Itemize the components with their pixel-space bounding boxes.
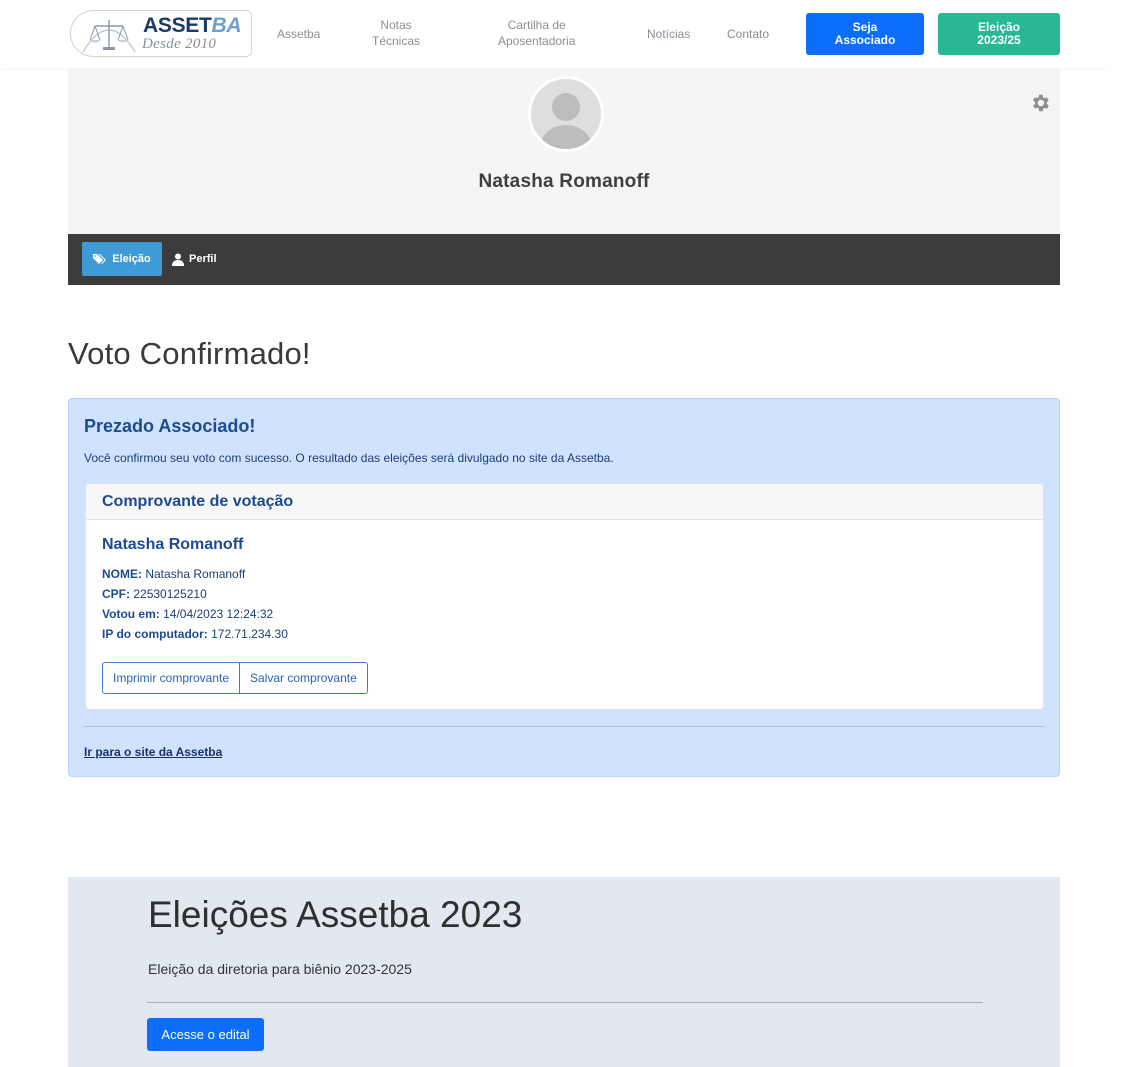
edital-button[interactable]: Acesse o edital (147, 1018, 264, 1051)
receipt-voter-name: Natasha Romanoff (102, 536, 244, 553)
user-avatar-icon (540, 93, 592, 149)
nav-link-notas-tecnicas[interactable]: Notas Técnicas (372, 17, 420, 49)
jumbotron-subtitle: Eleição da diretoria para biênio 2023-20… (148, 961, 412, 977)
receipt-field-cpf: CPF: 22530125210 (102, 587, 207, 601)
brand-name: ASSETBA (143, 14, 242, 37)
receipt-field-ip: IP do computador: 172.71.234.30 (102, 627, 288, 641)
receipt-field-nome: NOME: Natasha Romanoff (102, 567, 245, 581)
tab-perfil-label: Perfil (189, 253, 217, 265)
scales-of-justice-icon (82, 20, 136, 53)
user-icon (172, 253, 184, 266)
alert-title: Prezado Associado! (84, 416, 256, 436)
eleicao-button[interactable]: Eleição 2023/25 (938, 13, 1060, 55)
brand-tagline: Desde 2010 (142, 36, 217, 52)
nav-link-noticias[interactable]: Notícias (647, 26, 690, 42)
tab-perfil[interactable]: Perfil (172, 242, 242, 276)
profile-tab-bar: Eleição Perfil (68, 234, 1060, 285)
save-receipt-button[interactable]: Salvar comprovante (240, 662, 368, 694)
field-value: 172.71.234.30 (211, 627, 288, 641)
gear-icon[interactable] (1029, 92, 1051, 114)
alert-divider (84, 726, 1044, 727)
field-label: Votou em: (102, 607, 160, 621)
brand-logo[interactable]: ASSETBA Desde 2010 (70, 10, 252, 57)
receipt-button-group: Imprimir comprovante Salvar comprovante (102, 662, 368, 694)
receipt-header-title: Comprovante de votação (102, 493, 294, 510)
page-title: Voto Confirmado! (68, 336, 311, 371)
navbar-edge (1110, 0, 1134, 74)
profile-name: Natasha Romanoff (478, 171, 650, 192)
voting-receipt-card: Comprovante de votação Natasha Romanoff … (85, 483, 1044, 710)
field-value: 22530125210 (133, 587, 207, 601)
election-jumbotron: Eleições Assetba 2023 Eleição da diretor… (68, 877, 1060, 1067)
tags-icon (93, 254, 107, 264)
tab-eleicao[interactable]: Eleição (82, 242, 162, 276)
seja-associado-button[interactable]: Seja Associado (806, 13, 924, 55)
field-value: Natasha Romanoff (145, 567, 246, 581)
success-alert: Prezado Associado! Você confirmou seu vo… (68, 398, 1060, 777)
brand-name-accent: BA (211, 14, 242, 37)
field-value: 14/04/2023 12:24:32 (163, 607, 274, 621)
profile-header: Natasha Romanoff (68, 68, 1060, 234)
nav-link-assetba[interactable]: Assetba (277, 26, 320, 42)
field-label: CPF: (102, 587, 130, 601)
nav-link-cartilha-aposentadoria[interactable]: Cartilha de Aposentadoria (498, 17, 575, 49)
jumbotron-divider (147, 1002, 983, 1003)
tab-eleicao-label: Eleição (112, 253, 151, 265)
print-receipt-button[interactable]: Imprimir comprovante (102, 662, 241, 694)
jumbotron-title: Eleições Assetba 2023 (148, 894, 523, 935)
receipt-field-votou-em: Votou em: 14/04/2023 12:24:32 (102, 607, 273, 621)
nav-link-contato[interactable]: Contato (727, 26, 769, 42)
top-navbar: ASSETBA Desde 2010 Assetba Notas Técnica… (0, 0, 1110, 68)
brand-name-main: ASSET (143, 14, 212, 37)
alert-message: Você confirmou seu voto com sucesso. O r… (84, 451, 614, 465)
field-label: IP do computador: (102, 627, 208, 641)
assetba-site-link[interactable]: Ir para o site da Assetba (84, 745, 222, 759)
receipt-header: Comprovante de votação (86, 484, 1043, 520)
field-label: NOME: (102, 567, 142, 581)
avatar (528, 76, 604, 152)
